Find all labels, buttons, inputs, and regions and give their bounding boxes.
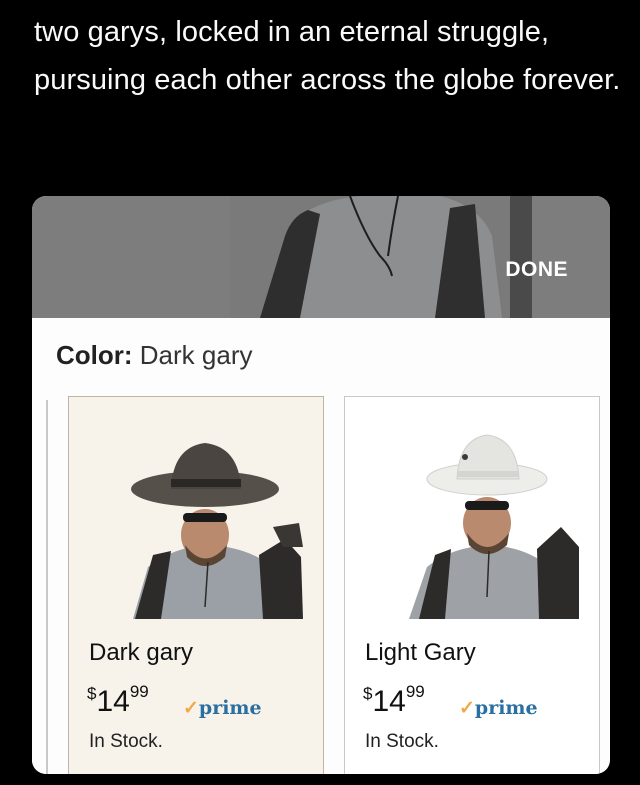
stock-status: In Stock. — [89, 731, 163, 752]
prime-badge: ✓prime — [183, 697, 262, 719]
color-picker-sheet: DONE Color: Dark gary Dark gary $1499 ✓p… — [32, 196, 610, 774]
variant-tile-dark-gary[interactable]: Dark gary $1499 ✓prime In Stock. — [68, 396, 324, 774]
previous-variant-tile-edge[interactable] — [32, 400, 48, 774]
prime-check-icon: ✓ — [459, 697, 475, 719]
hero-shadow-band — [510, 196, 532, 318]
stock-status: In Stock. — [365, 731, 439, 752]
color-label: Color: — [56, 340, 133, 370]
color-value: Dark gary — [139, 340, 253, 370]
price-cents: 99 — [129, 682, 149, 701]
dark-hat-hiker-photo — [113, 427, 303, 619]
done-button[interactable]: DONE — [505, 258, 568, 282]
color-selection-row: Color: Dark gary — [56, 340, 252, 371]
prime-check-icon: ✓ — [183, 697, 199, 719]
price-cents: 99 — [405, 682, 425, 701]
hiker-torso-photo — [230, 196, 510, 318]
variant-price: $1499 — [87, 677, 149, 717]
price-dollars: 14 — [96, 685, 130, 718]
product-header-image: DONE — [32, 196, 610, 318]
variant-name: Light Gary — [365, 639, 476, 666]
prime-label: prime — [474, 697, 538, 719]
variant-price: $1499 — [363, 677, 425, 717]
variant-name: Dark gary — [89, 639, 194, 666]
price-dollars: 14 — [372, 685, 406, 718]
variant-tile-light-gary[interactable]: Light Gary $1499 ✓prime In Stock. — [344, 396, 600, 774]
light-hat-hiker-photo — [389, 427, 579, 619]
meme-caption: two garys, locked in an eternal struggle… — [34, 16, 621, 96]
prime-label: prime — [198, 697, 262, 719]
prime-badge: ✓prime — [459, 697, 538, 719]
